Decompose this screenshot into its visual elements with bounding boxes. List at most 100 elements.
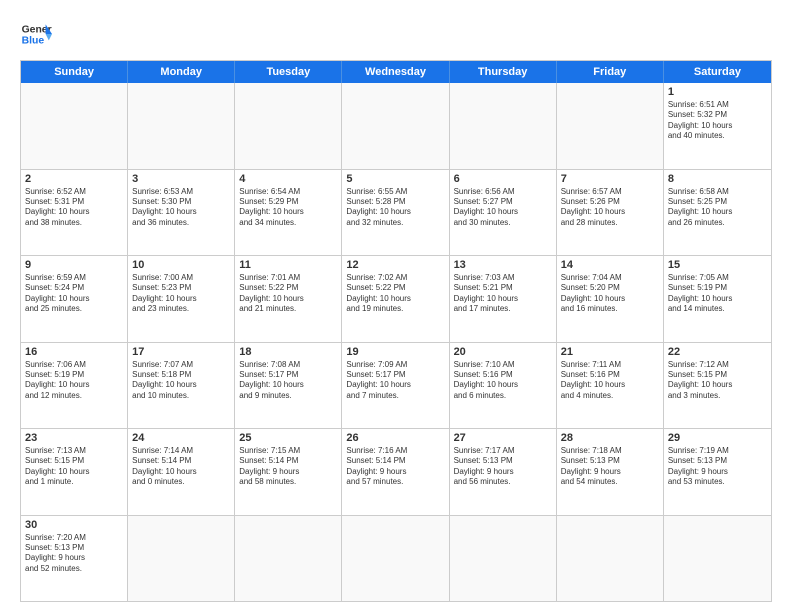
day-info: Sunrise: 6:57 AMSunset: 5:26 PMDaylight:… [561,187,659,229]
day-number: 8 [668,173,767,185]
day-info: Sunrise: 7:02 AMSunset: 5:22 PMDaylight:… [346,273,444,315]
day-cell-2: 2 Sunrise: 6:52 AMSunset: 5:31 PMDaylight… [21,170,128,256]
day-cell-22: 22Sunrise: 7:12 AMSunset: 5:15 PMDayligh… [664,343,771,429]
day-cell-14: 14 Sunrise: 7:04 AMSunset: 5:20 PMDayligh… [557,256,664,342]
day-cell-7: 7Sunrise: 6:57 AMSunset: 5:26 PMDaylight… [557,170,664,256]
day-info: Sunrise: 7:01 AMSunset: 5:22 PMDaylight:… [239,273,337,315]
day-cell-23: 23Sunrise: 7:13 AMSunset: 5:15 PMDayligh… [21,429,128,515]
day-cell-6: 6 Sunrise: 6:56 AMSunset: 5:27 PMDaylight… [450,170,557,256]
day-cell-26: 26 Sunrise: 7:16 AMSunset: 5:14 PMDayligh… [342,429,449,515]
empty-cell [235,516,342,602]
day-number: 14 [561,259,659,271]
empty-cell [664,516,771,602]
day-info: Sunrise: 7:05 AMSunset: 5:19 PMDaylight:… [668,273,767,315]
logo: General Blue [20,18,52,50]
week-row-5: 30 Sunrise: 7:20 AMSunset: 5:13 PMDayligh… [21,516,771,602]
calendar-body: 1 Sunrise: 6:51 AMSunset: 5:32 PMDaylight… [21,83,771,601]
day-number: 12 [346,259,444,271]
day-cell-8: 8 Sunrise: 6:58 AMSunset: 5:25 PMDaylight… [664,170,771,256]
day-number: 11 [239,259,337,271]
day-cell-1: 1 Sunrise: 6:51 AMSunset: 5:32 PMDaylight… [664,83,771,169]
day-info: Sunrise: 6:55 AMSunset: 5:28 PMDaylight:… [346,187,444,229]
day-number: 25 [239,432,337,444]
header: General Blue [20,18,772,50]
day-cell-12: 12 Sunrise: 7:02 AMSunset: 5:22 PMDayligh… [342,256,449,342]
header-day-thursday: Thursday [450,61,557,83]
day-info: Sunrise: 6:58 AMSunset: 5:25 PMDaylight:… [668,187,767,229]
day-info: Sunrise: 6:52 AMSunset: 5:31 PMDaylight:… [25,187,123,229]
empty-cell [450,516,557,602]
day-cell-13: 13 Sunrise: 7:03 AMSunset: 5:21 PMDayligh… [450,256,557,342]
day-info: Sunrise: 7:20 AMSunset: 5:13 PMDaylight:… [25,533,123,575]
header-day-friday: Friday [557,61,664,83]
day-cell-30: 30 Sunrise: 7:20 AMSunset: 5:13 PMDayligh… [21,516,128,602]
empty-cell [342,516,449,602]
day-number: 10 [132,259,230,271]
day-info: Sunrise: 7:14 AMSunset: 5:14 PMDaylight:… [132,446,230,488]
week-row-4: 23Sunrise: 7:13 AMSunset: 5:15 PMDayligh… [21,429,771,516]
day-number: 26 [346,432,444,444]
day-info: Sunrise: 6:56 AMSunset: 5:27 PMDaylight:… [454,187,552,229]
day-number: 29 [668,432,767,444]
day-number: 6 [454,173,552,185]
day-number: 2 [25,173,123,185]
day-number: 27 [454,432,552,444]
empty-cell [21,83,128,169]
day-info: Sunrise: 7:17 AMSunset: 5:13 PMDaylight:… [454,446,552,488]
day-info: Sunrise: 6:54 AMSunset: 5:29 PMDaylight:… [239,187,337,229]
day-info: Sunrise: 7:00 AMSunset: 5:23 PMDaylight:… [132,273,230,315]
day-cell-28: 28Sunrise: 7:18 AMSunset: 5:13 PMDayligh… [557,429,664,515]
day-number: 19 [346,346,444,358]
header-day-wednesday: Wednesday [342,61,449,83]
day-number: 18 [239,346,337,358]
day-number: 3 [132,173,230,185]
day-number: 15 [668,259,767,271]
day-cell-9: 9Sunrise: 6:59 AMSunset: 5:24 PMDaylight… [21,256,128,342]
day-cell-5: 5 Sunrise: 6:55 AMSunset: 5:28 PMDaylight… [342,170,449,256]
svg-text:Blue: Blue [22,36,45,47]
day-number: 20 [454,346,552,358]
week-row-3: 16 Sunrise: 7:06 AMSunset: 5:19 PMDayligh… [21,343,771,430]
empty-cell [450,83,557,169]
day-info: Sunrise: 6:53 AMSunset: 5:30 PMDaylight:… [132,187,230,229]
day-info: Sunrise: 7:12 AMSunset: 5:15 PMDaylight:… [668,360,767,402]
day-info: Sunrise: 7:09 AMSunset: 5:17 PMDaylight:… [346,360,444,402]
week-row-0: 1 Sunrise: 6:51 AMSunset: 5:32 PMDaylight… [21,83,771,170]
day-info: Sunrise: 7:19 AMSunset: 5:13 PMDaylight:… [668,446,767,488]
day-number: 23 [25,432,123,444]
day-info: Sunrise: 7:04 AMSunset: 5:20 PMDaylight:… [561,273,659,315]
day-cell-3: 3 Sunrise: 6:53 AMSunset: 5:30 PMDaylight… [128,170,235,256]
day-cell-18: 18 Sunrise: 7:08 AMSunset: 5:17 PMDayligh… [235,343,342,429]
day-info: Sunrise: 7:03 AMSunset: 5:21 PMDaylight:… [454,273,552,315]
day-number: 4 [239,173,337,185]
empty-cell [128,516,235,602]
day-cell-25: 25Sunrise: 7:15 AMSunset: 5:14 PMDayligh… [235,429,342,515]
day-info: Sunrise: 7:08 AMSunset: 5:17 PMDaylight:… [239,360,337,402]
header-day-saturday: Saturday [664,61,771,83]
day-cell-20: 20 Sunrise: 7:10 AMSunset: 5:16 PMDayligh… [450,343,557,429]
day-info: Sunrise: 7:11 AMSunset: 5:16 PMDaylight:… [561,360,659,402]
day-info: Sunrise: 7:07 AMSunset: 5:18 PMDaylight:… [132,360,230,402]
day-number: 5 [346,173,444,185]
day-number: 24 [132,432,230,444]
day-info: Sunrise: 7:06 AMSunset: 5:19 PMDaylight:… [25,360,123,402]
day-number: 30 [25,519,123,531]
day-number: 17 [132,346,230,358]
calendar-header: SundayMondayTuesdayWednesdayThursdayFrid… [21,61,771,83]
day-cell-15: 15 Sunrise: 7:05 AMSunset: 5:19 PMDayligh… [664,256,771,342]
day-number: 13 [454,259,552,271]
day-info: Sunrise: 7:16 AMSunset: 5:14 PMDaylight:… [346,446,444,488]
day-info: Sunrise: 7:10 AMSunset: 5:16 PMDaylight:… [454,360,552,402]
day-cell-19: 19 Sunrise: 7:09 AMSunset: 5:17 PMDayligh… [342,343,449,429]
week-row-1: 2 Sunrise: 6:52 AMSunset: 5:31 PMDaylight… [21,170,771,257]
day-info: Sunrise: 6:51 AMSunset: 5:32 PMDaylight:… [668,100,767,142]
header-day-tuesday: Tuesday [235,61,342,83]
day-number: 16 [25,346,123,358]
day-number: 21 [561,346,659,358]
week-row-2: 9Sunrise: 6:59 AMSunset: 5:24 PMDaylight… [21,256,771,343]
empty-cell [557,83,664,169]
day-cell-11: 11 Sunrise: 7:01 AMSunset: 5:22 PMDayligh… [235,256,342,342]
empty-cell [128,83,235,169]
day-number: 9 [25,259,123,271]
day-number: 1 [668,86,767,98]
